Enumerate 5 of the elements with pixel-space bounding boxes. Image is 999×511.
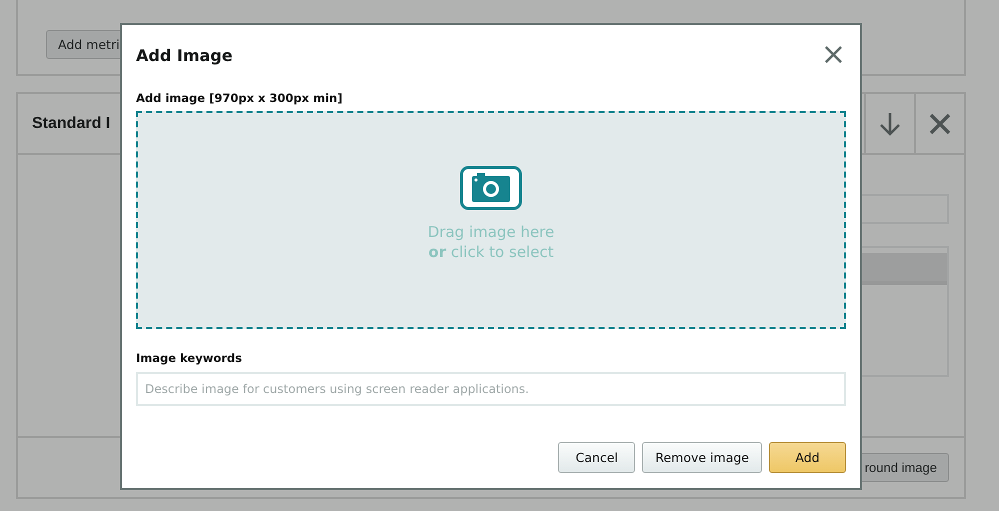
dialog-title: Add Image [136, 46, 233, 64]
drop-instructions: Drag image here or click to select [428, 222, 554, 262]
upload-label: Add image [970px x 300px min] [136, 91, 344, 105]
keywords-label: Image keywords [136, 351, 243, 365]
module-title: Standard I [32, 114, 110, 132]
